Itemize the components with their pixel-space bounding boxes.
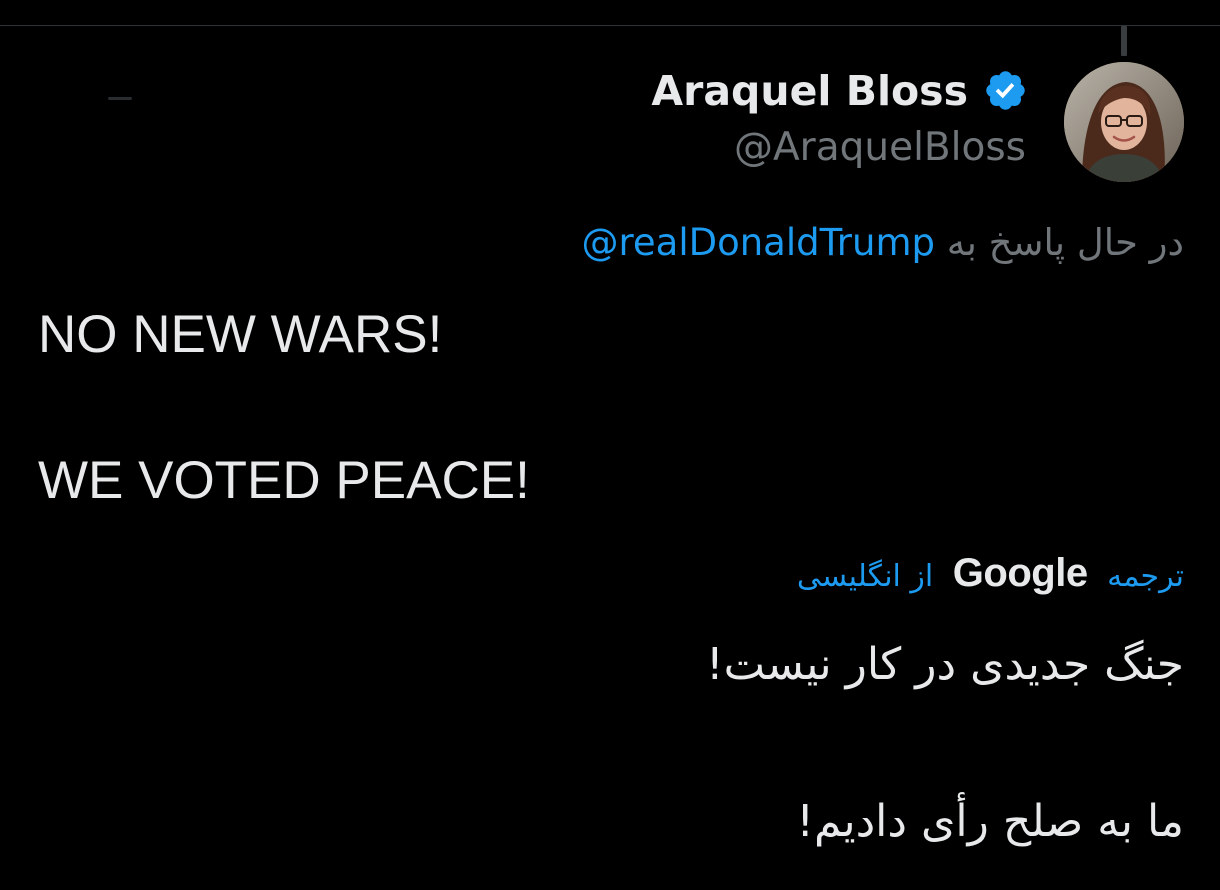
translate-source-language[interactable]: از انگلیسی bbox=[797, 559, 933, 594]
tweet-text-line: NO NEW WARS! bbox=[38, 305, 443, 364]
avatar[interactable] bbox=[1064, 62, 1184, 182]
tweet-text-line: WE VOTED PEACE! bbox=[38, 451, 530, 510]
verified-badge-icon bbox=[986, 71, 1025, 110]
google-logo-text: Google bbox=[952, 551, 1088, 595]
translate-label[interactable]: ترجمه bbox=[1107, 559, 1184, 594]
top-divider bbox=[0, 25, 1220, 26]
reply-mention-link[interactable]: @realDonaldTrump bbox=[581, 217, 935, 269]
replying-to-line: در حال پاسخ به @realDonaldTrump bbox=[581, 217, 1184, 269]
translated-text-line: جنگ جدیدی در کار نیست! bbox=[706, 639, 1184, 690]
translated-text-line: ما به صلح رأی دادیم! bbox=[796, 796, 1184, 847]
profile-photo-icon bbox=[1064, 62, 1184, 182]
replying-to-label: در حال پاسخ به bbox=[946, 221, 1184, 264]
thread-connector-line bbox=[1121, 26, 1127, 56]
faint-dash-mark bbox=[108, 97, 132, 100]
author-handle[interactable]: @AraquelBloss bbox=[734, 124, 1026, 172]
translation-attribution: ترجمه Google از انگلیسی bbox=[797, 548, 1184, 602]
author-name[interactable]: Araquel Bloss bbox=[651, 66, 968, 116]
